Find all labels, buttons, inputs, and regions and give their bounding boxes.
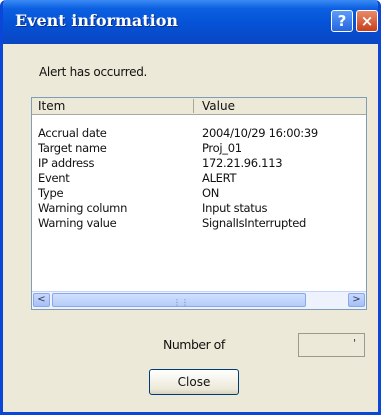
- count-value: ': [353, 338, 356, 349]
- horizontal-scrollbar[interactable]: < ⋮⋮ >: [32, 291, 366, 309]
- row-value: Input status: [202, 201, 268, 215]
- row-item: Warning value: [38, 216, 117, 230]
- row-item: IP address: [38, 156, 95, 170]
- row-value: Proj_01: [202, 141, 242, 155]
- event-details-list[interactable]: Item Value Accrual date 2004/10/29 16:00…: [31, 97, 367, 310]
- row-item: Target name: [38, 141, 107, 155]
- event-information-dialog: Event information ? × Alert has occurred…: [0, 0, 381, 415]
- table-row[interactable]: Accrual date 2004/10/29 16:00:39: [32, 126, 366, 141]
- table-row[interactable]: Event ALERT: [32, 171, 366, 186]
- row-value: 2004/10/29 16:00:39: [202, 126, 318, 140]
- alert-message: Alert has occurred.: [39, 65, 148, 79]
- count-field: ': [298, 333, 365, 357]
- row-item: Event: [38, 171, 70, 185]
- help-icon[interactable]: ?: [331, 10, 353, 32]
- table-row[interactable]: Type ON: [32, 186, 366, 201]
- row-value: ALERT: [202, 171, 237, 185]
- row-item: Warning column: [38, 201, 128, 215]
- close-icon[interactable]: ×: [356, 10, 378, 32]
- row-item: Accrual date: [38, 126, 107, 140]
- column-divider[interactable]: [193, 99, 194, 113]
- table-row[interactable]: Target name Proj_01: [32, 141, 366, 156]
- scrollbar-thumb[interactable]: ⋮⋮: [52, 293, 306, 307]
- row-value: SignalIsInterrupted: [202, 216, 306, 230]
- row-item: Type: [38, 186, 64, 200]
- row-value: ON: [202, 186, 220, 200]
- close-button[interactable]: Close: [149, 369, 239, 395]
- table-row[interactable]: Warning value SignalIsInterrupted: [32, 216, 366, 231]
- table-row[interactable]: Warning column Input status: [32, 201, 366, 216]
- grip-icon: ⋮⋮: [173, 298, 189, 307]
- column-header-item[interactable]: Item: [38, 99, 65, 113]
- list-header: Item Value: [32, 98, 366, 115]
- table-row[interactable]: IP address 172.21.96.113: [32, 156, 366, 171]
- dialog-title: Event information: [15, 11, 179, 30]
- scroll-right-icon[interactable]: >: [348, 293, 365, 307]
- scroll-left-icon[interactable]: <: [33, 293, 50, 307]
- row-value: 172.21.96.113: [202, 156, 283, 170]
- title-bar[interactable]: Event information ? ×: [3, 0, 378, 44]
- count-label: Number of: [163, 337, 225, 352]
- column-header-value[interactable]: Value: [202, 99, 235, 113]
